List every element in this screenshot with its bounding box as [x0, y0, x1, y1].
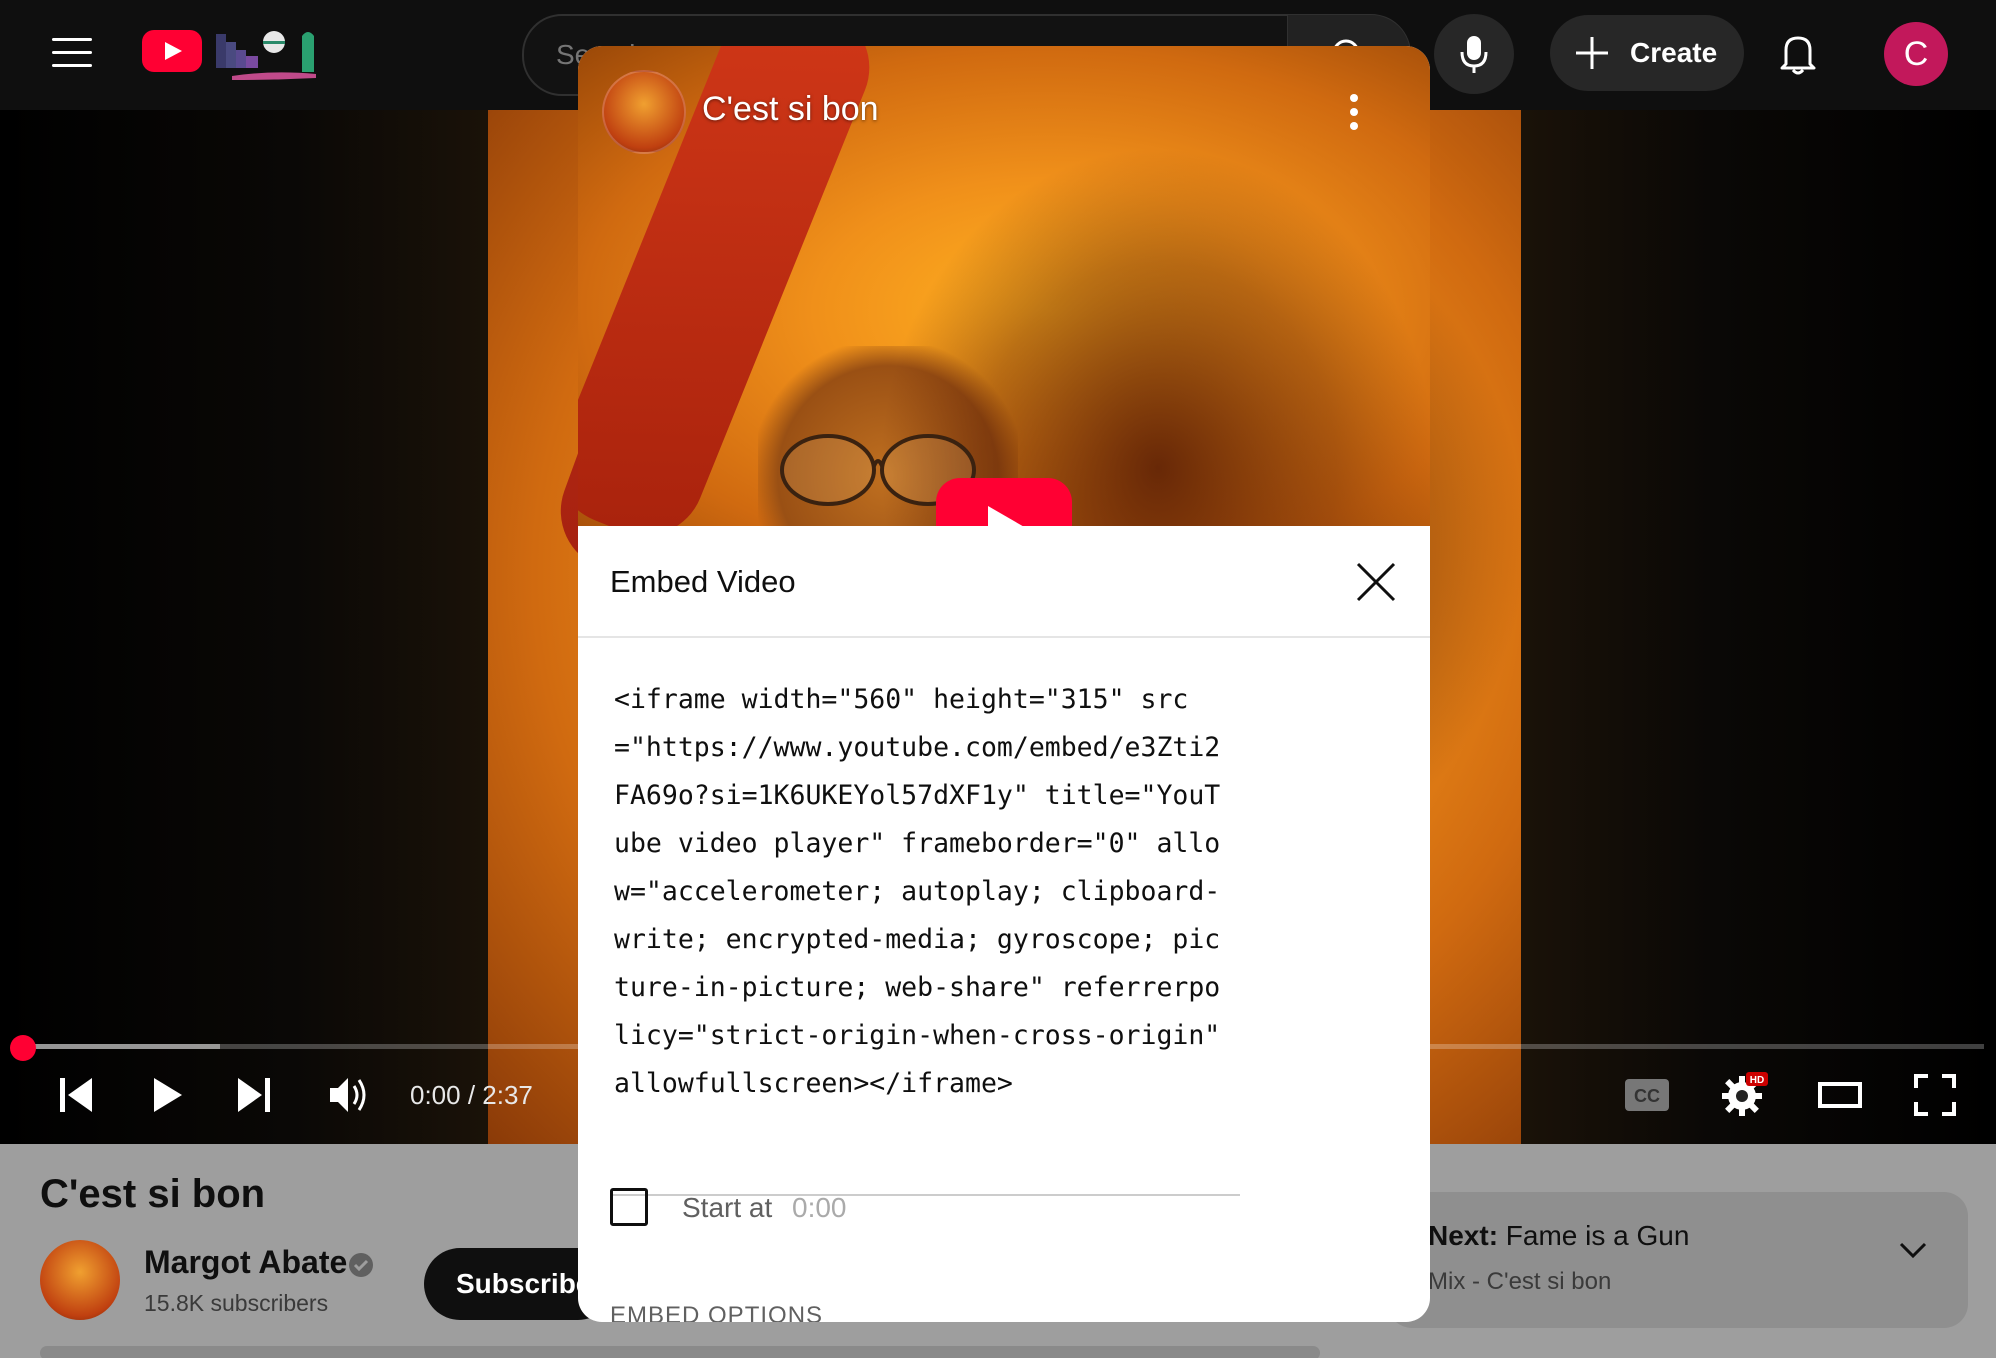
volume-icon[interactable] [328, 1074, 372, 1116]
player-letterbox-right [1521, 110, 1996, 1144]
channel-avatar[interactable] [40, 1240, 120, 1320]
voice-search-button[interactable] [1434, 14, 1514, 94]
more-options-icon[interactable] [1348, 92, 1360, 132]
youtube-logo-icon[interactable] [142, 30, 202, 72]
progress-scrubber[interactable] [10, 1035, 36, 1061]
video-title: C'est si bon [40, 1172, 266, 1216]
hd-badge: HD [1750, 1075, 1764, 1086]
create-button[interactable]: Create [1550, 15, 1744, 91]
preview-channel-avatar[interactable] [602, 70, 686, 154]
next-icon[interactable] [236, 1076, 272, 1114]
embed-code-textarea[interactable]: <iframe width="560" height="315" src="ht… [610, 676, 1240, 1196]
embed-dialog-title: Embed Video [610, 564, 796, 599]
time-display: 0:00 / 2:37 [410, 1080, 533, 1110]
settings-gear-icon[interactable]: HD [1720, 1072, 1768, 1118]
start-at-label: Start at [682, 1192, 773, 1223]
embed-video-dialog: C'est si bon Embed Video <iframe width="… [578, 46, 1430, 1322]
subscriber-count: 15.8K subscribers [144, 1290, 329, 1316]
chevron-down-icon[interactable] [1898, 1240, 1928, 1260]
preview-play-button[interactable] [936, 478, 1072, 526]
fullscreen-icon[interactable] [1914, 1074, 1956, 1116]
player-letterbox-left [0, 110, 488, 1144]
play-icon[interactable] [152, 1076, 184, 1114]
close-icon[interactable] [1354, 560, 1398, 604]
verified-badge-icon [349, 1253, 373, 1277]
microphone-icon [1460, 36, 1488, 73]
youtube-doodle-icon[interactable] [212, 24, 324, 82]
youtube-watch-page: Create C [0, 0, 1996, 1358]
up-next-card[interactable]: Next: Fame is a Gun Mix - C'est si bon [1388, 1192, 1968, 1328]
embed-dialog-header: Embed Video [578, 526, 1430, 638]
embed-options-heading: EMBED OPTIONS [610, 1302, 824, 1322]
start-at-time-field[interactable]: 0:00 [792, 1192, 847, 1224]
description-bar [40, 1346, 1320, 1358]
up-next-subtitle: Mix - C'est si bon [1428, 1268, 1612, 1295]
channel-name[interactable]: Margot Abate [144, 1244, 347, 1281]
notifications-bell-icon[interactable] [1778, 32, 1818, 76]
captions-icon[interactable]: CC [1624, 1078, 1670, 1112]
embed-preview: C'est si bon [578, 46, 1430, 526]
account-avatar[interactable]: C [1884, 22, 1948, 86]
previous-icon[interactable] [58, 1076, 94, 1114]
hamburger-menu-icon[interactable] [52, 38, 92, 68]
start-at-checkbox[interactable] [610, 1188, 648, 1226]
plus-icon [1576, 37, 1608, 69]
theater-mode-icon[interactable] [1818, 1080, 1862, 1110]
svg-text:CC: CC [1634, 1086, 1660, 1106]
preview-title[interactable]: C'est si bon [702, 90, 879, 129]
up-next-title: Next: Fame is a Gun [1428, 1220, 1690, 1251]
progress-buffered [24, 1044, 220, 1049]
create-label: Create [1630, 37, 1718, 68]
